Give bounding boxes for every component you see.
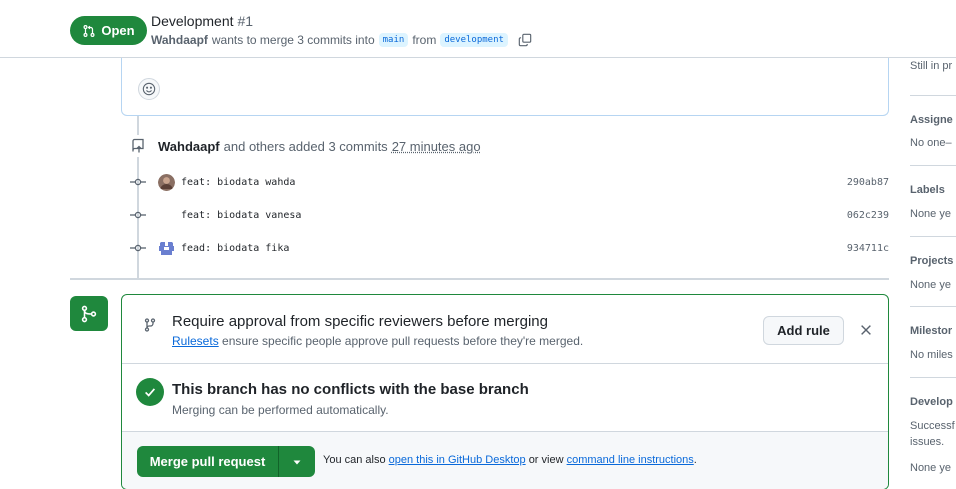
- pr-title: Development #1: [151, 13, 253, 29]
- pr-status-badge: Open: [70, 16, 147, 45]
- pr-sidebar: Still in pr Assigne No one– Labels None …: [910, 58, 956, 489]
- labels-heading[interactable]: Labels: [910, 184, 956, 196]
- pr-number: #1: [237, 13, 254, 29]
- projects-value: None ye: [910, 279, 951, 291]
- github-desktop-link[interactable]: open this in GitHub Desktop: [389, 454, 526, 466]
- ruleset-description: Rulesets ensure specific people approve …: [172, 334, 583, 348]
- commit-row: feat: biodata wahda 290ab87: [127, 172, 889, 192]
- repo-push-icon: [132, 138, 144, 153]
- push-event-badge: [127, 135, 149, 157]
- sticky-pr-header: Open Development #1 Wahdaapf wants to mer…: [0, 0, 956, 58]
- commit-message-link[interactable]: feat: biodata wahda: [181, 177, 829, 188]
- development-heading[interactable]: Develop: [910, 396, 956, 408]
- event-time-link[interactable]: 27 minutes ago: [392, 139, 481, 154]
- assignees-heading[interactable]: Assigne: [910, 114, 956, 126]
- merge-summary-text: wants to merge 3 commits into: [211, 33, 375, 47]
- ruleset-suggestion: Require approval from specific reviewers…: [122, 295, 888, 364]
- git-branch-icon: [144, 318, 156, 332]
- development-value: issues.: [910, 436, 945, 448]
- pr-title-text: Development: [151, 13, 234, 29]
- avatar[interactable]: [158, 173, 175, 191]
- ruleset-description-text: ensure specific people approve pull requ…: [222, 334, 584, 348]
- commits-added-event: Wahdaapf and others added 3 commits 27 m…: [127, 135, 889, 157]
- commit-sha-link[interactable]: 062c239: [829, 210, 889, 221]
- also-text: You can also: [323, 454, 386, 466]
- pr-merge-summary: Wahdaapf wants to merge 3 commits into m…: [151, 33, 532, 47]
- sidebar-divider: [910, 165, 956, 166]
- sidebar-divider: [910, 306, 956, 307]
- add-reaction-button[interactable]: [138, 78, 160, 100]
- check-status: [136, 378, 164, 406]
- commit-sha-link[interactable]: 290ab87: [829, 177, 889, 188]
- avatar-placeholder: [158, 207, 175, 224]
- merge-method-dropdown[interactable]: [279, 446, 315, 477]
- timeline-divider: [70, 278, 889, 280]
- conflict-status-title: This branch has no conflicts with the ba…: [172, 381, 529, 398]
- commit-node: [127, 174, 149, 190]
- commit-message-link[interactable]: feat: biodata vanesa: [181, 210, 829, 221]
- sidebar-divider: [910, 236, 956, 237]
- commit-message-link[interactable]: fead: biodata fika: [181, 243, 829, 254]
- labels-value: None ye: [910, 208, 951, 220]
- avatar[interactable]: [158, 239, 175, 257]
- conflict-status-description: Merging can be performed automatically.: [172, 403, 389, 417]
- merge-button-group: Merge pull request: [137, 446, 315, 477]
- git-commit-icon: [130, 178, 146, 186]
- from-text: from: [412, 33, 437, 47]
- commit-sha-link[interactable]: 934711c: [829, 243, 889, 254]
- event-text: and others added 3 commits: [223, 138, 388, 154]
- head-branch-tag[interactable]: development: [440, 33, 508, 47]
- git-merge-icon: [81, 305, 97, 322]
- period-text: .: [693, 454, 697, 466]
- projects-heading[interactable]: Projects: [910, 255, 956, 267]
- command-line-link[interactable]: command line instructions: [567, 454, 694, 466]
- close-icon[interactable]: [859, 323, 873, 337]
- development-value: Successf: [910, 420, 955, 432]
- add-rule-button[interactable]: Add rule: [763, 316, 844, 345]
- development-value: None ye: [910, 462, 951, 474]
- merge-alternatives: You can also open this in GitHub Desktop…: [323, 454, 697, 466]
- merge-conflict-status: This branch has no conflicts with the ba…: [122, 364, 888, 432]
- commit-row: fead: biodata fika 934711c: [127, 238, 889, 258]
- or-view-text: or view: [528, 454, 564, 466]
- commit-row: feat: biodata vanesa 062c239: [127, 205, 889, 225]
- triangle-down-icon: [293, 460, 301, 464]
- git-commit-icon: [130, 244, 146, 252]
- merge-status-badge: [70, 296, 108, 331]
- base-branch-tag[interactable]: main: [378, 33, 409, 47]
- assignees-value: No one–: [910, 137, 952, 149]
- merge-pull-request-button[interactable]: Merge pull request: [137, 446, 279, 477]
- event-author-link[interactable]: Wahdaapf: [158, 139, 220, 154]
- pr-status-label: Open: [101, 23, 135, 38]
- rulesets-link[interactable]: Rulesets: [172, 334, 219, 348]
- pr-author-link[interactable]: Wahdaapf: [151, 33, 208, 47]
- commit-node: [127, 207, 149, 223]
- ruleset-title: Require approval from specific reviewers…: [172, 313, 548, 330]
- git-commit-icon: [130, 211, 146, 219]
- milestone-heading[interactable]: Milestor: [910, 325, 956, 337]
- smiley-icon: [142, 82, 156, 96]
- merge-actions: Merge pull request You can also open thi…: [122, 432, 888, 489]
- milestone-value: No miles: [910, 349, 953, 361]
- commit-node: [127, 240, 149, 256]
- copy-icon[interactable]: [518, 33, 532, 47]
- sidebar-divider: [910, 95, 956, 96]
- pull-request-icon: [83, 24, 95, 37]
- merge-box: Require approval from specific reviewers…: [121, 294, 889, 489]
- reviewers-status: Still in pr: [910, 60, 953, 72]
- check-icon: [145, 388, 156, 397]
- sidebar-divider: [910, 377, 956, 378]
